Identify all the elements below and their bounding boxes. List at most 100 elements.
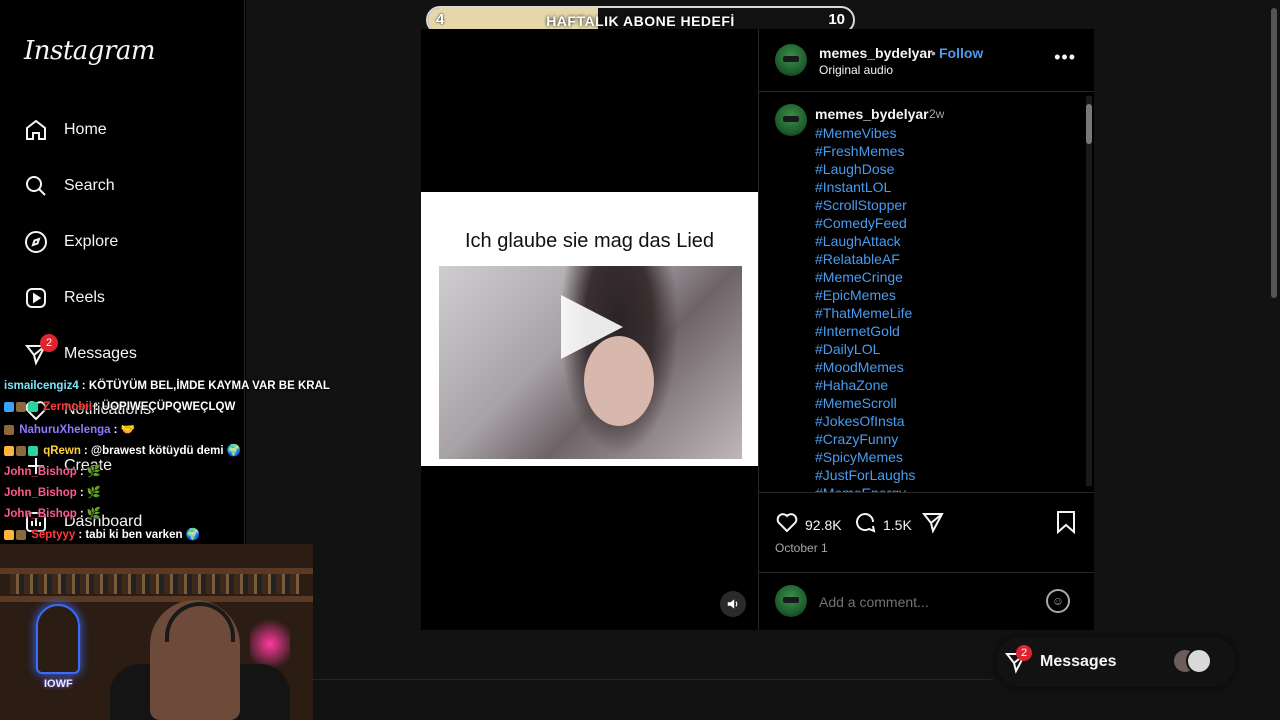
post-sidebar: memes_bydelyar • Follow Original audio •… xyxy=(758,29,1094,630)
scroll-thumb[interactable] xyxy=(1086,104,1092,144)
hashtag-link[interactable]: #InternetGold xyxy=(815,322,915,340)
bookmark-icon xyxy=(1055,510,1077,539)
sidebar-item-reels[interactable]: Reels xyxy=(24,280,224,316)
avatar[interactable] xyxy=(775,104,807,136)
caption-scrollbar[interactable] xyxy=(1086,96,1092,486)
more-options-button[interactable]: ••• xyxy=(1054,47,1076,68)
chat-badge-icon xyxy=(28,401,38,412)
messages-label: Messages xyxy=(1040,653,1117,670)
avatar xyxy=(775,585,807,617)
message-avatars xyxy=(1172,648,1212,674)
chat-text: : 🌿 xyxy=(79,508,102,520)
messages-badge: 2 xyxy=(40,334,58,352)
sidebar-item-home[interactable]: Home xyxy=(24,112,224,148)
caption-area: memes_bydelyar 2w #MemeVibes #FreshMemes… xyxy=(759,92,1094,492)
hashtag-link[interactable]: #MemeEnergy xyxy=(815,484,915,492)
chat-username: John_Bishop xyxy=(4,487,77,499)
hashtag-link[interactable]: #MemeCringe xyxy=(815,268,915,286)
chat-badge-icon xyxy=(16,401,26,412)
hashtag-link[interactable]: #JustForLaughs xyxy=(815,466,915,484)
hashtag-link[interactable]: #ScrollStopper xyxy=(815,196,915,214)
post-date: October 1 xyxy=(775,541,828,555)
comment-button[interactable]: 1.5K xyxy=(853,510,912,539)
reels-icon xyxy=(24,286,48,310)
comment-icon xyxy=(853,510,877,539)
hashtag-link[interactable]: #ThatMemeLife xyxy=(815,304,915,322)
webcam-overlay: IOWF xyxy=(0,544,313,720)
heart-icon xyxy=(775,510,799,539)
post-media[interactable]: Ich glaube sie mag das Lied xyxy=(421,29,758,630)
chat-message: John_Bishop: 🌿 xyxy=(4,506,101,520)
play-icon[interactable] xyxy=(561,295,623,359)
share-icon xyxy=(921,510,945,539)
sidebar-item-label: Home xyxy=(64,121,107,138)
comment-count: 1.5K xyxy=(883,516,912,533)
chat-text: : tabi ki ben varken 🌍 xyxy=(78,529,201,541)
post-header: memes_bydelyar • Follow Original audio •… xyxy=(759,29,1094,92)
chat-badge-icon xyxy=(4,445,14,456)
home-icon xyxy=(24,118,48,142)
divider xyxy=(313,679,993,680)
caption-username[interactable]: memes_bydelyar xyxy=(815,106,929,122)
avatar[interactable] xyxy=(775,44,807,76)
chat-badge-icon xyxy=(16,529,26,540)
hashtag-list: #MemeVibes #FreshMemes #LaughDose #Insta… xyxy=(815,124,915,492)
messages-pill[interactable]: 2 Messages xyxy=(996,637,1236,687)
follow-button[interactable]: Follow xyxy=(939,45,983,61)
sidebar-item-label: Explore xyxy=(64,233,119,250)
neon-logo-icon xyxy=(36,604,80,674)
hashtag-link[interactable]: #CrazyFunny xyxy=(815,430,915,448)
hashtag-link[interactable]: #InstantLOL xyxy=(815,178,915,196)
post-author-username[interactable]: memes_bydelyar xyxy=(819,45,933,61)
hashtag-link[interactable]: #ComedyFeed xyxy=(815,214,915,232)
save-button[interactable] xyxy=(1055,510,1077,539)
chat-text: : 🌿 xyxy=(79,487,102,499)
chat-message: Septyyy: tabi ki ben varken 🌍 xyxy=(4,527,200,541)
chat-badge-icon xyxy=(4,424,14,435)
neon-logo-text: IOWF xyxy=(44,678,73,690)
shelf xyxy=(0,596,313,602)
hashtag-link[interactable]: #SpicyMemes xyxy=(815,448,915,466)
hashtag-link[interactable]: #MemeVibes xyxy=(815,124,915,142)
hashtag-link[interactable]: #MoodMemes xyxy=(815,358,915,376)
chat-message: NahuruXhelenga: 🤝 xyxy=(4,422,135,436)
messages-badge: 2 xyxy=(1016,645,1032,661)
hashtag-link[interactable]: #HahaZone xyxy=(815,376,915,394)
chat-username: Septyyy xyxy=(31,529,76,541)
chat-badge-icon xyxy=(28,445,38,456)
emoji-icon[interactable]: ☺ xyxy=(1046,589,1070,613)
sidebar-item-label: Reels xyxy=(64,289,105,306)
hashtag-link[interactable]: #JokesOfInsta xyxy=(815,412,915,430)
hashtag-link[interactable]: #MemeScroll xyxy=(815,394,915,412)
chat-username: NahuruXhelenga xyxy=(19,424,111,436)
chat-username: Zermobii xyxy=(43,401,92,413)
hashtag-link[interactable]: #EpicMemes xyxy=(815,286,915,304)
avatar xyxy=(1186,648,1212,674)
chat-message: John_Bishop: 🌿 xyxy=(4,464,101,478)
chat-username: qRewn xyxy=(43,445,81,457)
comment-bar: ☺ xyxy=(759,572,1094,630)
hashtag-link[interactable]: #RelatableAF xyxy=(815,250,915,268)
instagram-logo[interactable]: Instagram xyxy=(24,36,156,66)
page-scrollbar[interactable] xyxy=(1271,8,1277,298)
sidebar-item-messages[interactable]: 2 Messages xyxy=(24,334,224,372)
chat-message: Zermobii: ÜOPIWEÇÜPQWEÇLQW xyxy=(4,401,235,413)
share-button[interactable] xyxy=(921,510,945,539)
volume-icon[interactable] xyxy=(720,591,746,617)
audio-label[interactable]: Original audio xyxy=(819,63,893,77)
hashtag-link[interactable]: #DailyLOL xyxy=(815,340,915,358)
like-button[interactable]: 92.8K xyxy=(775,510,842,539)
hashtag-link[interactable]: #LaughAttack xyxy=(815,232,915,250)
caption-timestamp: 2w xyxy=(929,107,945,121)
comment-input[interactable] xyxy=(819,590,1019,614)
chat-badge-icon xyxy=(4,401,14,412)
hashtag-link[interactable]: #FreshMemes xyxy=(815,142,915,160)
chat-message: qRewn: @brawest kötüydü demi 🌍 xyxy=(4,443,241,457)
chat-badge-icon xyxy=(4,529,14,540)
sidebar-item-explore[interactable]: Explore xyxy=(24,224,224,260)
chat-message: John_Bishop: 🌿 xyxy=(4,485,101,499)
sidebar-item-search[interactable]: Search xyxy=(24,168,224,204)
separator-dot: • xyxy=(931,45,936,61)
messages-icon: 2 xyxy=(24,334,58,366)
hashtag-link[interactable]: #LaughDose xyxy=(815,160,915,178)
